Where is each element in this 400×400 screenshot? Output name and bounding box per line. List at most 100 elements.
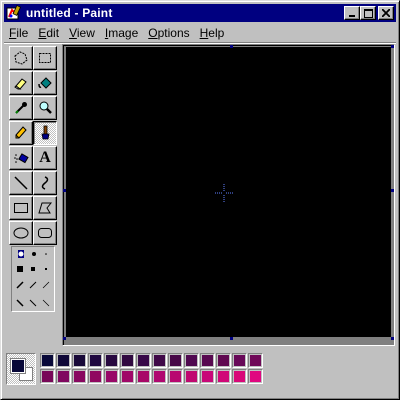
tool-eraser[interactable] (9, 71, 33, 95)
tool-polygon[interactable] (33, 196, 57, 220)
palette-swatch[interactable] (216, 353, 231, 368)
color-box (4, 350, 396, 396)
tool-brush[interactable] (33, 121, 57, 145)
palette-swatch[interactable] (216, 369, 231, 384)
palette-swatch[interactable] (88, 369, 103, 384)
tool-rounded-rect[interactable] (33, 221, 57, 245)
palette-swatch-color (42, 355, 53, 366)
tool-fill[interactable] (33, 71, 57, 95)
tool-pencil[interactable] (9, 121, 33, 145)
resize-handle-bottom-right[interactable] (391, 337, 394, 340)
palette-swatch-color (250, 355, 261, 366)
palette-swatch-color (170, 355, 181, 366)
palette-swatch[interactable] (40, 369, 55, 384)
palette-swatch[interactable] (200, 369, 215, 384)
rounded-rect-icon (38, 228, 52, 238)
tool-ellipse[interactable] (9, 221, 33, 245)
title-bar[interactable]: untitled - Paint (4, 4, 396, 22)
rectangle-icon (14, 203, 28, 213)
palette-swatch[interactable] (120, 369, 135, 384)
palette-swatch[interactable] (72, 369, 87, 384)
palette-swatch[interactable] (248, 369, 263, 384)
palette-swatch[interactable] (184, 369, 199, 384)
fill-bucket-icon (38, 77, 52, 89)
palette-swatch-color (186, 371, 197, 382)
palette-swatch[interactable] (232, 353, 247, 368)
palette-swatch-color (106, 355, 117, 366)
palette-swatch[interactable] (56, 353, 71, 368)
palette-swatch-color (218, 371, 229, 382)
resize-handle-left[interactable] (63, 189, 66, 192)
palette-swatch[interactable] (104, 353, 119, 368)
palette-swatch-color (154, 355, 165, 366)
palette-swatch-color (234, 371, 245, 382)
palette-swatch[interactable] (104, 369, 119, 384)
palette-swatch-color (122, 355, 133, 366)
tool-curve[interactable] (33, 171, 57, 195)
maximize-icon (363, 8, 373, 18)
palette-swatch[interactable] (136, 353, 151, 368)
tool-text[interactable]: A (33, 146, 57, 170)
palette-swatch-color (250, 371, 261, 382)
resize-handle-top[interactable] (230, 45, 233, 48)
rect-select-icon (39, 53, 51, 63)
menu-image[interactable]: Image (100, 26, 143, 40)
close-icon (382, 9, 390, 17)
menu-options[interactable]: Options (143, 26, 194, 40)
tool-rect-select[interactable] (33, 46, 57, 70)
paint-window: untitled - Paint File Edit View Image Op… (0, 0, 400, 400)
maximize-button[interactable] (360, 6, 376, 20)
palette-swatch-color (58, 355, 69, 366)
crosshair-cursor-icon (215, 184, 233, 202)
palette-swatch[interactable] (184, 353, 199, 368)
airbrush-icon (14, 153, 29, 164)
tool-pick-color[interactable] (9, 96, 33, 120)
close-button[interactable] (378, 6, 394, 20)
current-colors[interactable] (6, 353, 36, 385)
menu-view[interactable]: View (64, 26, 100, 40)
minimize-button[interactable] (344, 6, 360, 20)
palette-swatch[interactable] (232, 369, 247, 384)
palette-swatch-color (218, 355, 229, 366)
ellipse-icon (13, 227, 29, 239)
palette-swatch[interactable] (40, 353, 55, 368)
palette-swatch[interactable] (72, 353, 87, 368)
resize-handle-bottom-left[interactable] (63, 337, 66, 340)
palette-swatch[interactable] (152, 369, 167, 384)
palette-swatch-color (138, 355, 149, 366)
pencil-icon (15, 126, 27, 139)
palette-swatch[interactable] (168, 353, 183, 368)
palette-swatch[interactable] (152, 353, 167, 368)
menu-bar: File Edit View Image Options Help (4, 23, 396, 42)
resize-handle-top-right[interactable] (391, 45, 394, 48)
foreground-color-swatch[interactable] (11, 359, 25, 373)
paint-app-icon[interactable] (6, 4, 22, 21)
resize-handle-bottom[interactable] (230, 337, 233, 340)
text-icon: A (39, 149, 51, 166)
palette-swatch[interactable] (120, 353, 135, 368)
palette-swatch[interactable] (88, 353, 103, 368)
menu-help[interactable]: Help (195, 26, 230, 40)
resize-handle-right[interactable] (391, 189, 394, 192)
free-form-select-icon (14, 51, 28, 65)
palette-swatch[interactable] (56, 369, 71, 384)
menu-edit[interactable]: Edit (33, 26, 64, 40)
palette-swatch-color (74, 355, 85, 366)
canvas-area (62, 44, 395, 346)
tool-free-form-select[interactable] (9, 46, 33, 70)
tool-options[interactable] (11, 246, 55, 312)
palette-swatch[interactable] (168, 369, 183, 384)
palette-swatch-color (138, 371, 149, 382)
palette-swatch[interactable] (200, 353, 215, 368)
palette-swatch[interactable] (248, 353, 263, 368)
menu-file[interactable]: File (4, 26, 33, 40)
drawing-canvas[interactable] (66, 47, 391, 337)
palette-swatch-color (122, 371, 133, 382)
curve-icon (41, 176, 49, 190)
tool-airbrush[interactable] (9, 146, 33, 170)
tool-line[interactable] (9, 171, 33, 195)
palette-swatch[interactable] (136, 369, 151, 384)
tool-magnifier[interactable] (33, 96, 57, 120)
tool-rectangle[interactable] (9, 196, 33, 220)
palette-swatch-color (186, 355, 197, 366)
